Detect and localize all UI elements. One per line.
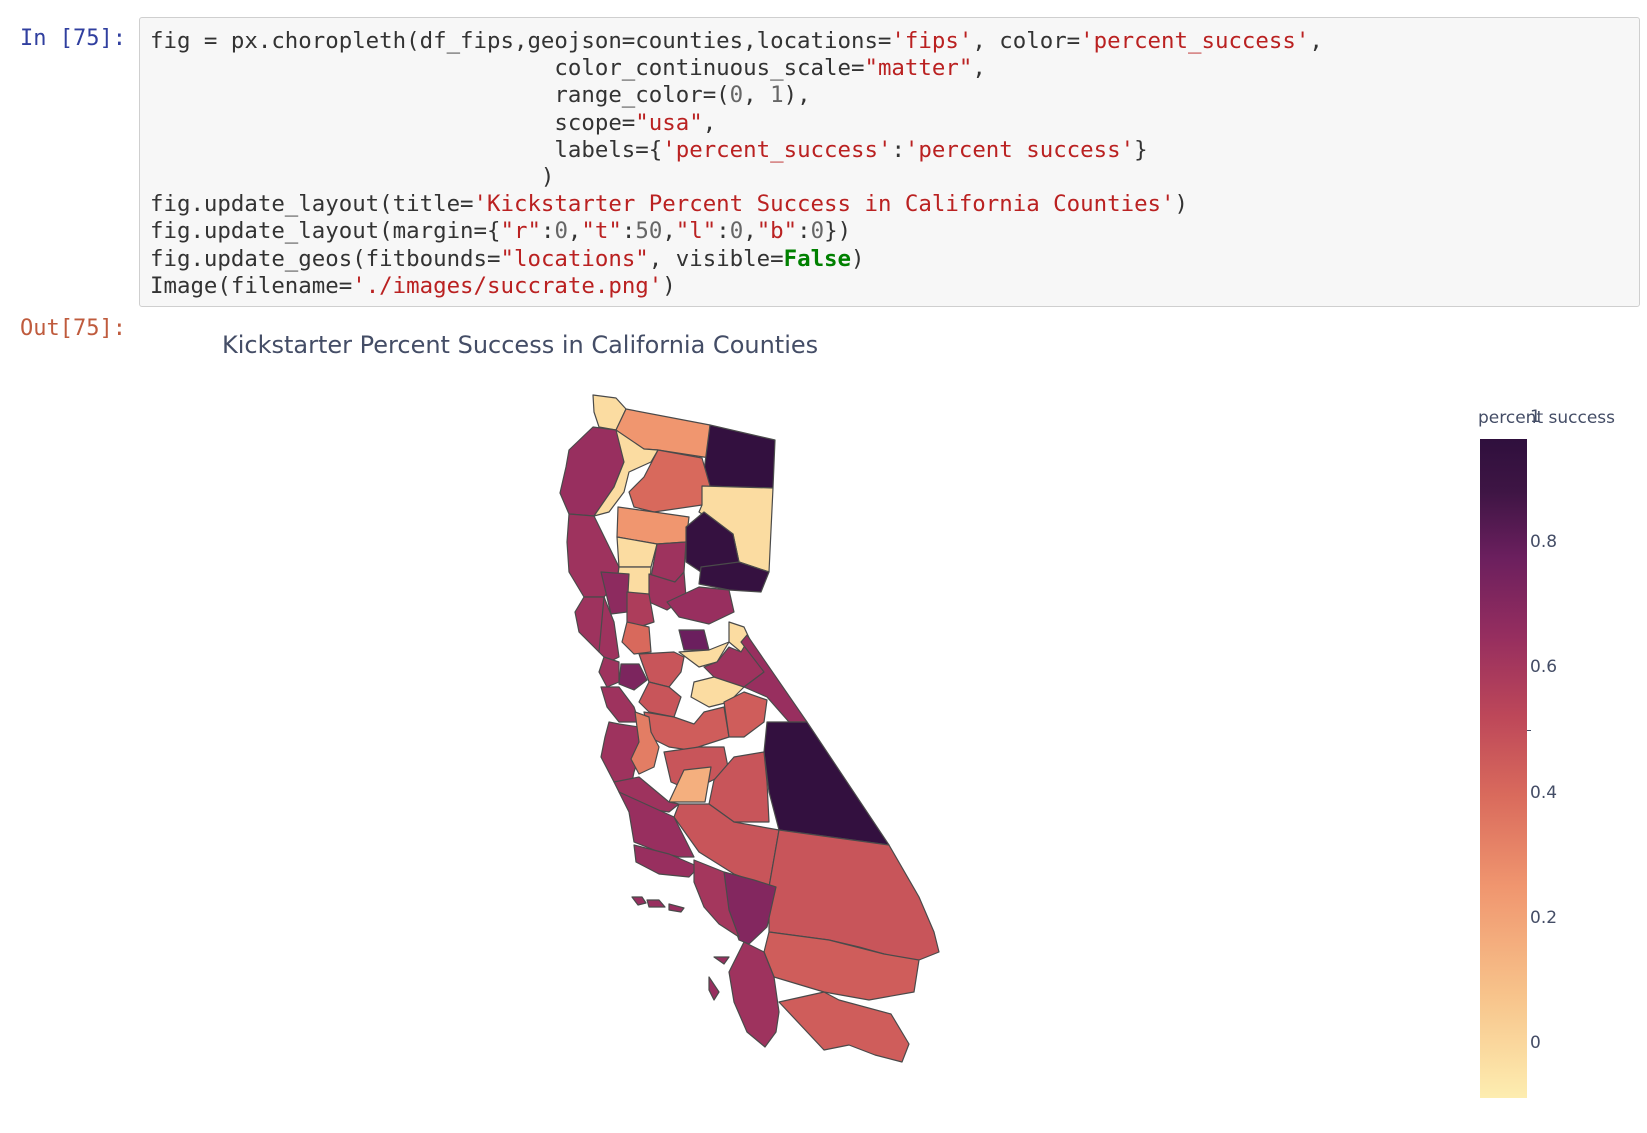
- code-token: ,: [743, 218, 757, 245]
- code-token: ),: [783, 82, 811, 109]
- code-token: ,: [1309, 28, 1323, 54]
- code-token: fig.update_layout(title=: [150, 191, 474, 218]
- code-token: :: [797, 218, 811, 245]
- code-token: False: [783, 245, 852, 272]
- code-token: :: [716, 218, 730, 245]
- colorbar: [1480, 439, 1527, 1098]
- code-line: ): [150, 164, 555, 191]
- code-token: fig.update_geos(fitbounds=: [150, 245, 501, 272]
- code-token: "matter": [864, 55, 973, 82]
- colorbar-tick-0.6: 0.6: [1530, 657, 1558, 677]
- code-token: :: [540, 218, 555, 245]
- county-region-island-5: [708, 976, 720, 1001]
- code-token: , color=: [972, 28, 1081, 54]
- code-token: "b": [756, 218, 798, 245]
- code-token: "r": [500, 218, 541, 245]
- colorbar-tickmark: [1527, 730, 1531, 731]
- code-token: ): [150, 164, 555, 191]
- code-token: ): [662, 272, 676, 299]
- code-token: labels={: [150, 136, 663, 163]
- code-token: fig = px.choropleth(df_fips,geojson=coun…: [150, 28, 892, 54]
- code-line: scope="usa",: [150, 110, 716, 136]
- county-region-island-2: [646, 899, 666, 908]
- colorbar-tick-0.8: 0.8: [1530, 532, 1558, 552]
- code-line: fig.update_geos(fitbounds="locations", v…: [150, 246, 865, 272]
- code-line: range_color=(0, 1),: [150, 82, 811, 109]
- code-token: "locations": [500, 245, 649, 272]
- code-token: 0: [554, 218, 568, 245]
- code-token: 'fips': [891, 28, 973, 54]
- output-prompt: Out[75]:: [20, 316, 126, 341]
- code-token: ,: [702, 109, 717, 136]
- county-region-bay-f: [600, 686, 640, 723]
- code-token: scope=: [150, 109, 636, 136]
- code-token: 50: [635, 218, 663, 245]
- code-token: ,: [743, 82, 771, 109]
- code-token: 1: [770, 82, 784, 109]
- code-line: color_continuous_scale="matter",: [150, 55, 986, 82]
- county-region-north-east-a: [701, 424, 776, 489]
- input-prompt: In [75]:: [20, 26, 126, 51]
- california-choropleth-map: [559, 394, 940, 1063]
- code-token: Image(filename=: [150, 272, 353, 299]
- code-line: Image(filename='./images/succrate.png'): [150, 273, 676, 299]
- code-line: fig = px.choropleth(df_fips,geojson=coun…: [150, 28, 1323, 54]
- county-region-bay-d: [598, 656, 620, 688]
- output-area: Kickstarter Percent Success in Californi…: [139, 312, 1647, 1133]
- code-token: ,: [662, 218, 676, 245]
- code-token: './images/succrate.png': [352, 272, 663, 299]
- county-region-bay-c: [678, 629, 710, 651]
- code-token: 0: [729, 218, 744, 245]
- colorbar-tick-0.4: 0.4: [1530, 783, 1558, 803]
- county-region-sd-b: [778, 991, 910, 1063]
- county-region-bay-e: [618, 663, 648, 691]
- county-region-east-big: [763, 721, 890, 846]
- code-token: color_continuous_scale=: [150, 55, 865, 82]
- code-token: "t": [581, 218, 622, 245]
- code-token: , visible=: [648, 245, 784, 272]
- county-region-valley-mid-d: [626, 591, 655, 628]
- code-token: fig.update_layout(margin={: [150, 218, 501, 245]
- code-token: "l": [675, 218, 717, 245]
- colorbar-tick-0: 0: [1530, 1033, 1541, 1053]
- county-region-island-3: [668, 903, 685, 913]
- colorbar-tick-0.2: 0.2: [1530, 908, 1558, 928]
- code-token: 'percent success': [904, 136, 1135, 163]
- code-token: ): [851, 245, 865, 272]
- code-token: range_color=(: [150, 82, 730, 109]
- code-line: fig.update_layout(title='Kickstarter Per…: [150, 191, 1188, 217]
- code-token: }): [824, 218, 852, 245]
- code-line: labels={'percent_success':'percent succe…: [150, 136, 1148, 163]
- code-token: }: [1134, 136, 1148, 163]
- county-region-island-1: [631, 896, 647, 906]
- county-region-sierra-c-c: [723, 691, 768, 738]
- code-token: :: [891, 136, 905, 163]
- code-token: 'percent_success': [1080, 28, 1310, 54]
- code-token: "usa": [635, 109, 703, 136]
- code-line: fig.update_layout(margin={"r":0,"t":50,"…: [150, 218, 851, 244]
- colorbar-tick-1: 1: [1530, 407, 1541, 427]
- county-region-island-4: [713, 956, 730, 965]
- code-editor[interactable]: fig = px.choropleth(df_fips,geojson=coun…: [150, 28, 1323, 300]
- code-token: 0: [810, 218, 825, 245]
- code-cell[interactable]: fig = px.choropleth(df_fips,geojson=coun…: [139, 17, 1640, 307]
- code-token: 'Kickstarter Percent Success in Californ…: [473, 191, 1175, 218]
- county-region-valley-c-a: [638, 651, 685, 688]
- code-token: 0: [729, 82, 744, 109]
- county-region-bay-b: [621, 621, 652, 655]
- code-token: :: [621, 218, 636, 245]
- code-token: 'percent_success': [662, 136, 892, 163]
- code-token: ): [1174, 191, 1188, 218]
- colorbar-title: percent success: [1478, 408, 1616, 428]
- code-token: ,: [567, 218, 582, 245]
- code-token: ,: [972, 55, 986, 82]
